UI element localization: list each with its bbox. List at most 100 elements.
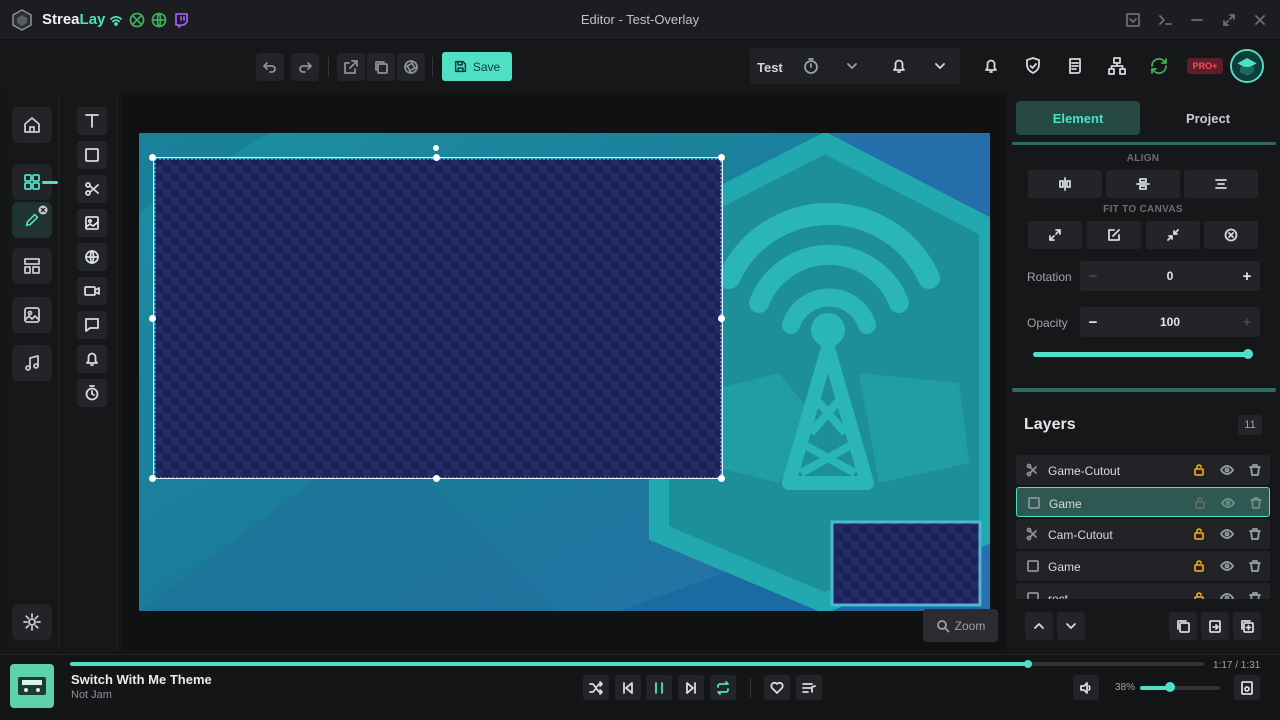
trash-icon[interactable] <box>1248 559 1262 573</box>
undo-button[interactable] <box>256 53 284 81</box>
resize-handle[interactable] <box>433 475 440 482</box>
nav-layouts[interactable] <box>12 248 52 284</box>
close-icon[interactable] <box>1250 10 1270 30</box>
tool-rectangle[interactable] <box>77 141 107 169</box>
resize-handle[interactable] <box>433 154 440 161</box>
overlay-canvas[interactable] <box>139 133 990 611</box>
opacity-decrement[interactable]: − <box>1080 307 1106 337</box>
globe-icon[interactable] <box>151 12 167 28</box>
minimize-icon[interactable] <box>1187 10 1207 30</box>
pro-badge[interactable]: PRO+ <box>1187 58 1223 74</box>
duplicate-layer-button[interactable] <box>1233 612 1261 640</box>
tab-project[interactable]: Project <box>1146 101 1270 135</box>
tool-alerts[interactable] <box>77 345 107 373</box>
eye-icon[interactable] <box>1220 559 1234 573</box>
tool-cutout[interactable] <box>77 175 107 203</box>
rotation-decrement[interactable]: − <box>1080 261 1106 291</box>
nav-music[interactable] <box>12 345 52 381</box>
resize-handle[interactable] <box>149 154 156 161</box>
tool-camera[interactable] <box>77 277 107 305</box>
broadcast-icon[interactable] <box>108 12 124 28</box>
eye-icon[interactable] <box>1220 527 1234 541</box>
chevron-down-icon[interactable] <box>841 55 863 77</box>
layer-row[interactable]: rect <box>1016 583 1270 599</box>
opacity-slider[interactable] <box>1033 352 1249 357</box>
align-horizontal-center-button[interactable] <box>1028 170 1102 198</box>
fit-shrink-button[interactable] <box>1146 221 1200 249</box>
next-button[interactable] <box>678 675 704 700</box>
close-editor-icon[interactable] <box>38 205 48 215</box>
lock-icon[interactable] <box>1192 559 1206 573</box>
eye-icon[interactable] <box>1221 496 1235 510</box>
tool-image[interactable] <box>77 209 107 237</box>
rotate-handle[interactable] <box>433 145 439 151</box>
trash-icon[interactable] <box>1249 496 1263 510</box>
sync-icon[interactable] <box>1148 55 1170 77</box>
panel-resize-handle[interactable] <box>1012 388 1276 392</box>
tool-chat[interactable] <box>77 311 107 339</box>
mute-button[interactable] <box>1073 675 1099 700</box>
mini-player-button[interactable] <box>1234 675 1260 700</box>
lock-icon[interactable] <box>1193 496 1207 510</box>
zoom-button[interactable]: Zoom <box>923 609 998 642</box>
maximize-icon[interactable] <box>1219 10 1239 30</box>
tool-browser-source[interactable] <box>77 243 107 271</box>
trash-icon[interactable] <box>1248 591 1262 599</box>
layer-row[interactable]: Cam-Cutout <box>1016 519 1270 549</box>
rotation-stepper[interactable]: − 0 + <box>1080 261 1260 291</box>
xbox-icon[interactable] <box>129 12 145 28</box>
scene-label[interactable]: Test <box>757 60 783 75</box>
notification-bell-icon[interactable] <box>980 55 1002 77</box>
fit-edit-button[interactable] <box>1087 221 1141 249</box>
paste-layer-button[interactable] <box>1201 612 1229 640</box>
avatar[interactable] <box>1230 49 1264 83</box>
eye-icon[interactable] <box>1220 463 1234 477</box>
opacity-increment[interactable]: + <box>1234 307 1260 337</box>
sitemap-icon[interactable] <box>1106 55 1128 77</box>
lock-icon[interactable] <box>1192 463 1206 477</box>
rotation-increment[interactable]: + <box>1234 261 1260 291</box>
eye-icon[interactable] <box>1220 591 1234 599</box>
scroll-icon[interactable] <box>1064 55 1086 77</box>
tool-timer[interactable] <box>77 379 107 407</box>
nav-images[interactable] <box>12 297 52 333</box>
fit-expand-button[interactable] <box>1028 221 1082 249</box>
duplicate-button[interactable] <box>367 53 395 81</box>
alert-bell-icon[interactable] <box>888 55 910 77</box>
copy-layer-button[interactable] <box>1169 612 1197 640</box>
twitch-icon[interactable] <box>173 12 189 28</box>
screenshot-icon[interactable] <box>1123 10 1143 30</box>
repeat-button[interactable] <box>710 675 736 700</box>
opacity-value[interactable]: 100 <box>1106 307 1234 337</box>
opacity-slider-thumb[interactable] <box>1243 349 1253 359</box>
move-layer-down-button[interactable] <box>1057 612 1085 640</box>
opacity-stepper[interactable]: − 100 + <box>1080 307 1260 337</box>
export-button[interactable] <box>337 53 365 81</box>
move-layer-up-button[interactable] <box>1025 612 1053 640</box>
redo-button[interactable] <box>291 53 319 81</box>
layer-row[interactable]: Game <box>1016 551 1270 581</box>
pause-button[interactable] <box>646 675 672 700</box>
chevron-down-icon[interactable] <box>929 55 951 77</box>
tab-element[interactable]: Element <box>1016 101 1140 135</box>
layer-row[interactable]: Game-Cutout <box>1016 455 1270 485</box>
shuffle-button[interactable] <box>583 675 609 700</box>
timer-icon[interactable] <box>800 55 822 77</box>
resize-handle[interactable] <box>149 315 156 322</box>
lock-icon[interactable] <box>1192 527 1206 541</box>
layer-list[interactable]: Game-Cutout Game Cam-Cutout Game rect <box>1016 455 1270 599</box>
layer-row[interactable]: Game <box>1016 487 1270 517</box>
fit-reset-button[interactable] <box>1204 221 1258 249</box>
playlist-button[interactable] <box>796 675 822 700</box>
resize-handle[interactable] <box>718 154 725 161</box>
resize-handle[interactable] <box>718 315 725 322</box>
lock-icon[interactable] <box>1192 591 1206 599</box>
align-center-button[interactable] <box>1184 170 1258 198</box>
preview-button[interactable] <box>397 53 425 81</box>
selection-box[interactable] <box>153 157 723 479</box>
tool-text[interactable] <box>77 107 107 135</box>
save-button[interactable]: Save <box>442 52 512 81</box>
align-vertical-center-button[interactable] <box>1106 170 1180 198</box>
shield-icon[interactable] <box>1022 55 1044 77</box>
rotation-value[interactable]: 0 <box>1106 261 1234 291</box>
